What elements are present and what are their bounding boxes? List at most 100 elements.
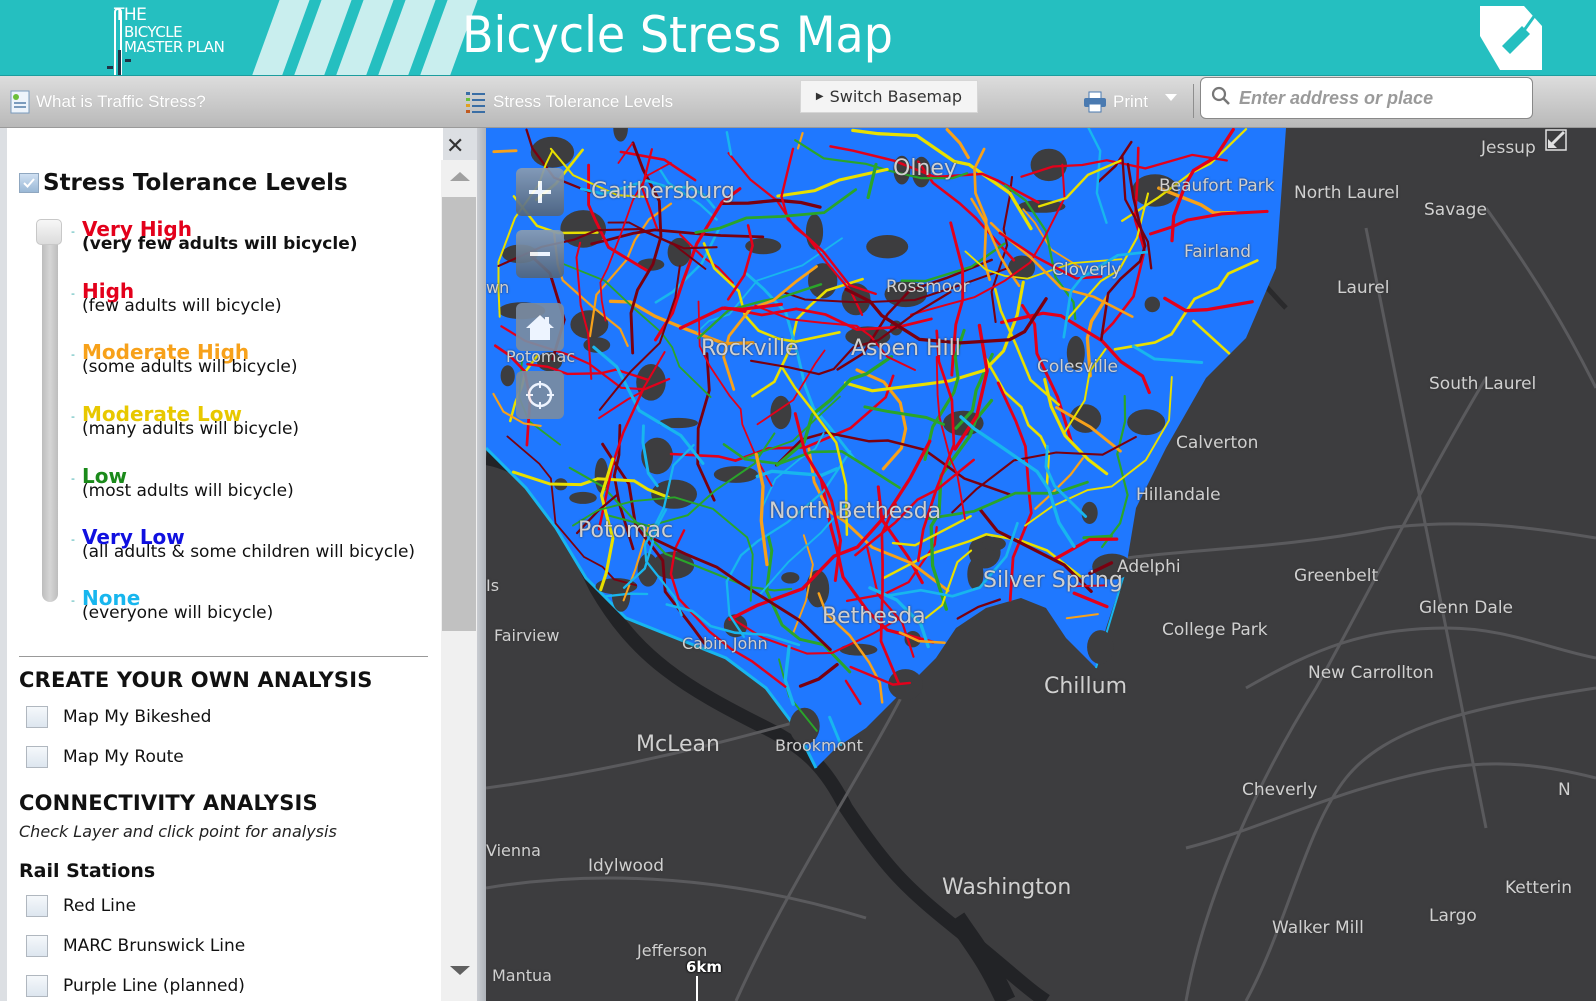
place-label: Chillum	[1044, 674, 1128, 699]
bicycle-master-plan-logo[interactable]: THE BICYCLE MASTER PLAN	[104, 4, 244, 75]
place-label: wn	[486, 278, 510, 297]
address-search-input[interactable]	[1239, 87, 1532, 109]
search-icon[interactable]	[1211, 86, 1231, 110]
level-description: (many adults will bicycle)	[82, 419, 300, 439]
what-is-traffic-stress-button[interactable]: What is Traffic Stress?	[10, 76, 206, 128]
stress-tolerance-levels-label: Stress Tolerance Levels	[493, 92, 674, 111]
place-label: Potomac	[578, 518, 674, 543]
red-line-option[interactable]: Red Line	[26, 895, 136, 917]
map-my-route-option[interactable]: Map My Route	[26, 746, 184, 768]
minus-icon	[530, 252, 550, 256]
level-tick: -	[71, 225, 75, 238]
land-gap	[569, 491, 597, 504]
level-tick: -	[71, 287, 75, 300]
connectivity-note: Check Layer and click point for analysis	[19, 822, 337, 841]
level-tick: -	[71, 348, 75, 361]
place-label: New Carrollton	[1308, 663, 1434, 683]
land-gap	[1144, 296, 1160, 313]
checkbox[interactable]	[26, 706, 48, 728]
place-label: Rockville	[701, 336, 799, 361]
option-label: Purple Line (planned)	[63, 976, 245, 996]
checkbox[interactable]	[26, 935, 48, 957]
place-label: Largo	[1429, 906, 1477, 926]
level-description: (some adults will bicycle)	[82, 357, 298, 377]
address-search-box[interactable]	[1200, 77, 1533, 119]
stress-level-slider-track[interactable]	[42, 224, 58, 602]
scale-bar-label: 6km	[686, 958, 723, 976]
document-icon	[10, 90, 30, 114]
place-label: South Laurel	[1429, 374, 1537, 394]
place-label: Fairland	[1184, 242, 1252, 262]
level-tick: -	[71, 594, 75, 607]
place-label: Brookmont	[775, 736, 863, 755]
scroll-up-arrow-icon[interactable]	[450, 172, 470, 181]
place-label: Ketterin	[1505, 878, 1573, 898]
land-gap	[1087, 630, 1114, 665]
scale-bar	[696, 976, 698, 1001]
map-view[interactable]: Gaithersburg Olney Beaufort Park North Laur…	[486, 128, 1596, 1001]
checkmark-icon	[23, 178, 35, 188]
place-label: Greenbelt	[1294, 566, 1379, 586]
close-panel-button[interactable]: ✕	[446, 136, 464, 158]
connectivity-analysis-heading: CONNECTIVITY ANALYSIS	[19, 791, 318, 815]
map-my-bikeshed-option[interactable]: Map My Bikeshed	[26, 706, 211, 728]
place-label: Laurel	[1337, 278, 1390, 298]
checkbox[interactable]	[26, 975, 48, 997]
place-label: Washington	[942, 875, 1072, 900]
toolbar-divider	[1193, 84, 1194, 118]
place-label: Rossmoor	[886, 277, 970, 297]
land-gap	[982, 537, 1006, 551]
what-is-traffic-stress-label: What is Traffic Stress?	[36, 92, 206, 111]
place-label: Walker Mill	[1272, 918, 1364, 938]
zoom-in-button[interactable]	[516, 168, 564, 216]
stress-road-segment	[1082, 534, 1113, 540]
stress-tolerance-levels-button[interactable]: Stress Tolerance Levels	[465, 76, 673, 128]
level-description: (few adults will bicycle)	[82, 296, 282, 316]
level-tick: -	[71, 533, 75, 546]
bicycle-pedal-shape	[107, 66, 113, 69]
decorative-stripes	[245, 0, 482, 75]
place-label: Hillandale	[1136, 485, 1221, 505]
print-dropdown-caret-icon[interactable]	[1165, 94, 1177, 101]
place-label: Potomac	[506, 347, 576, 366]
create-analysis-heading: CREATE YOUR OWN ANALYSIS	[19, 668, 373, 692]
stress-level-slider-handle[interactable]	[36, 219, 62, 245]
layer-checkbox-checked[interactable]	[19, 173, 39, 193]
panel-resize-edge[interactable]	[477, 128, 486, 1001]
place-label: Adelphi	[1117, 557, 1181, 577]
expand-arrow-icon[interactable]	[1544, 128, 1568, 152]
place-label: Beaufort Park	[1159, 176, 1275, 196]
option-label: Red Line	[63, 896, 137, 916]
switch-basemap-button[interactable]: ▶ Switch Basemap	[800, 80, 978, 113]
panel-scrollbar[interactable]	[441, 160, 477, 1001]
scrollbar-thumb[interactable]	[442, 197, 476, 631]
place-label: North Laurel	[1294, 183, 1400, 203]
home-extent-button[interactable]	[516, 303, 564, 351]
purple-line-option[interactable]: Purple Line (planned)	[26, 975, 245, 997]
rail-stations-heading: Rail Stations	[19, 860, 156, 882]
checkbox[interactable]	[26, 895, 48, 917]
land-gap	[806, 570, 830, 608]
agency-logo-icon[interactable]	[1480, 6, 1542, 70]
land-gap	[781, 572, 800, 584]
place-label: Gaithersburg	[591, 179, 735, 204]
place-label: North Bethesda	[769, 499, 942, 524]
stress-tolerance-layer-toggle[interactable]: Stress Tolerance Levels	[19, 170, 348, 196]
option-label: Map My Route	[63, 747, 184, 767]
place-label: Cloverly	[1052, 260, 1122, 280]
scroll-down-arrow-icon[interactable]	[450, 966, 470, 975]
checkbox[interactable]	[26, 746, 48, 768]
place-label: Is	[486, 576, 500, 595]
locate-crosshair-icon	[526, 381, 554, 409]
zoom-out-button[interactable]	[516, 230, 564, 278]
place-label: Savage	[1424, 200, 1487, 220]
locate-me-button[interactable]	[516, 371, 564, 419]
level-description: (everyone will bicycle)	[82, 603, 274, 623]
place-label: Silver Spring	[983, 568, 1123, 593]
header-banner: THE BICYCLE MASTER PLAN Bicycle Stress M…	[0, 0, 1596, 76]
marc-brunswick-line-option[interactable]: MARC Brunswick Line	[26, 935, 245, 957]
bicycle-pedal-shape	[125, 59, 131, 62]
print-button[interactable]: Print	[1083, 76, 1148, 128]
layer-title: Stress Tolerance Levels	[43, 170, 348, 196]
caret-right-icon: ▶	[815, 91, 824, 102]
